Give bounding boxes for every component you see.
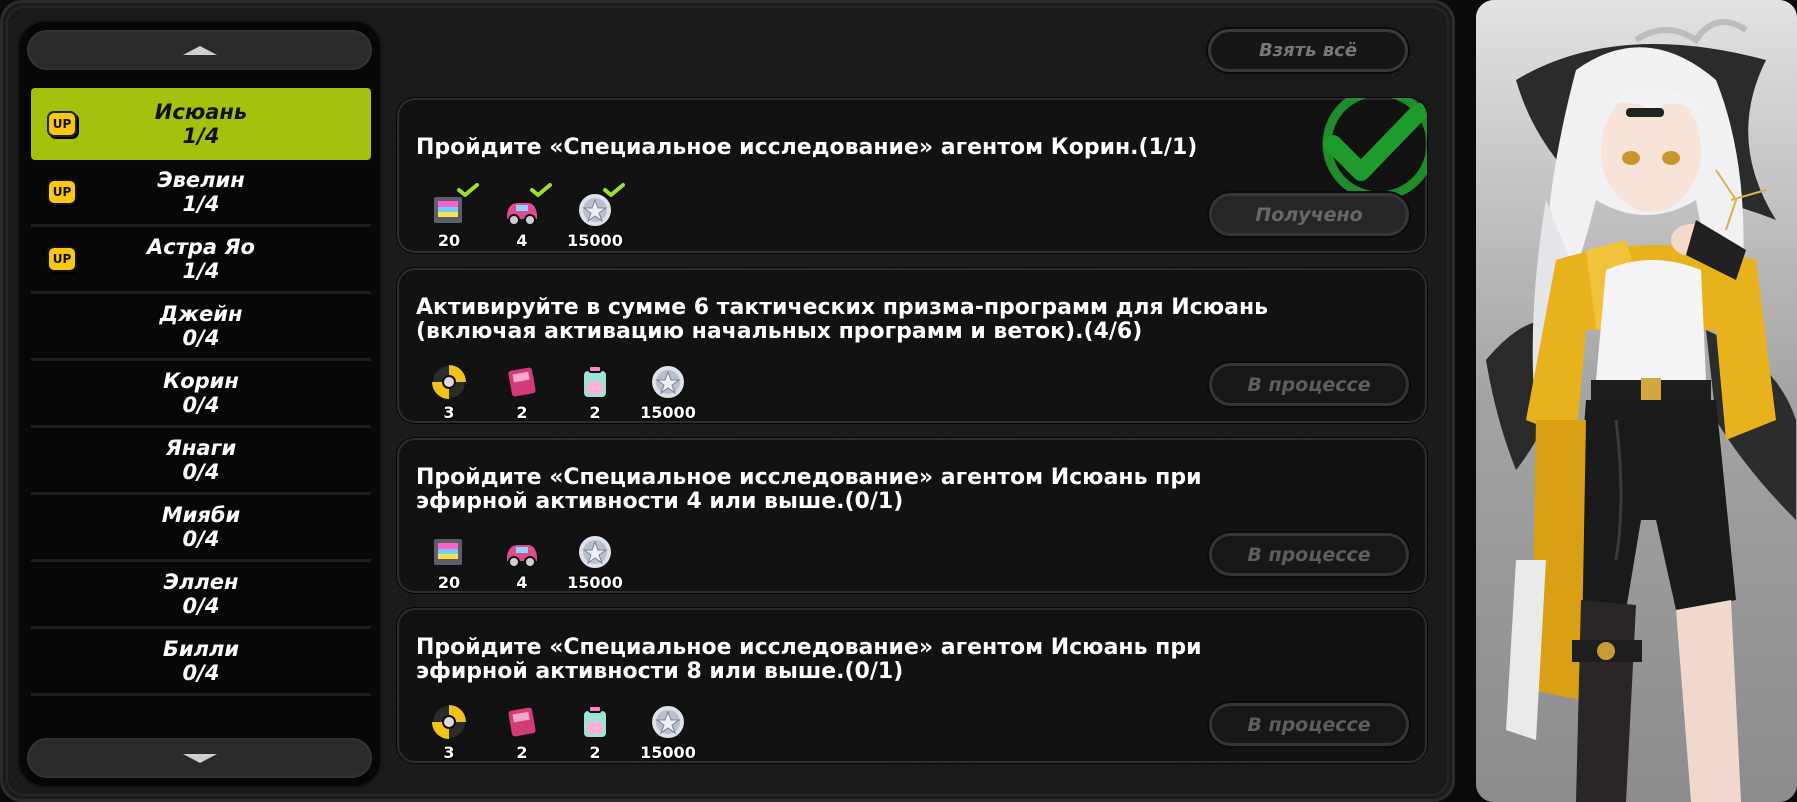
- claimed-check-icon: [457, 182, 479, 197]
- scroll-down-button[interactable]: [27, 738, 372, 778]
- task-card: Пройдите «Специальное исследование» аген…: [397, 438, 1427, 593]
- arrow-down-icon: [182, 753, 217, 763]
- reward-item[interactable]: 15000: [638, 700, 698, 762]
- agent-progress: 1/4: [182, 192, 220, 216]
- in-progress-button[interactable]: В процессе: [1209, 363, 1409, 406]
- agent-list: UP Исюань 1/4 UP Эвелин 1/4 UP Астра Яо 1/4 Джейн…: [31, 88, 371, 696]
- reward-item[interactable]: 15000: [565, 183, 625, 250]
- reward-quantity: 20: [437, 573, 461, 592]
- take-all-button[interactable]: Взять всё: [1208, 29, 1408, 72]
- arrow-up-icon: [182, 45, 217, 55]
- agent-name: Билли: [162, 637, 240, 661]
- task-card: Пройдите «Специальное исследование» аген…: [397, 608, 1427, 763]
- agent-item[interactable]: UP Астра Яо 1/4: [31, 227, 371, 294]
- agent-item[interactable]: UP Эвелин 1/4: [31, 160, 371, 227]
- completed-check-icon: [1299, 98, 1427, 201]
- scroll-up-button[interactable]: [27, 30, 372, 70]
- character-portrait: [1476, 0, 1797, 802]
- reward-item[interactable]: 2: [565, 360, 625, 422]
- agent-name: Исюань: [154, 100, 248, 124]
- agent-name: Астра Яо: [147, 235, 255, 259]
- reward-quantity: 15000: [640, 403, 696, 422]
- task-card: Активируйте в сумме 6 тактических призма…: [397, 268, 1427, 423]
- agent-name: Эллен: [163, 570, 239, 594]
- reward-item[interactable]: 2: [492, 360, 552, 422]
- agent-progress: 0/4: [182, 393, 220, 417]
- denny-coin-icon: [648, 702, 688, 742]
- reward-list: 20 4 15000: [419, 530, 625, 592]
- reward-quantity: 3: [443, 743, 455, 762]
- reward-quantity: 15000: [640, 743, 696, 762]
- task-title: Пройдите «Специальное исследование» аген…: [416, 635, 1202, 684]
- reward-item[interactable]: 2: [565, 700, 625, 762]
- agent-item[interactable]: UP Исюань 1/4: [31, 88, 371, 160]
- agent-name: Мияби: [161, 503, 241, 527]
- agent-progress: 0/4: [182, 527, 220, 551]
- reward-quantity: 2: [589, 743, 601, 762]
- up-badge-icon: UP: [47, 179, 77, 205]
- reward-quantity: 2: [589, 403, 601, 422]
- in-progress-button[interactable]: В процессе: [1209, 703, 1409, 746]
- up-badge-icon: UP: [47, 111, 77, 137]
- reward-item[interactable]: 20: [419, 530, 479, 592]
- agent-item[interactable]: Эллен 0/4: [31, 562, 371, 629]
- reward-quantity: 3: [443, 403, 455, 422]
- in-progress-button[interactable]: В процессе: [1209, 533, 1409, 576]
- claimed-check-icon: [530, 182, 552, 197]
- reward-quantity: 2: [516, 743, 528, 762]
- film-icon: [429, 532, 469, 572]
- agent-item[interactable]: Корин 0/4: [31, 361, 371, 428]
- reward-item[interactable]: 15000: [638, 360, 698, 422]
- task-title: Активируйте в сумме 6 тактических призма…: [416, 295, 1269, 344]
- reward-quantity: 15000: [567, 573, 623, 592]
- agent-name: Эвелин: [157, 168, 245, 192]
- pink-chip-icon: [502, 702, 542, 742]
- agent-sidebar: UP Исюань 1/4 UP Эвелин 1/4 UP Астра Яо 1/4 Джейн…: [17, 20, 382, 788]
- task-card: Пройдите «Специальное исследование» аген…: [397, 98, 1427, 253]
- car-icon: [502, 532, 542, 572]
- reward-quantity: 4: [516, 231, 528, 250]
- reward-item[interactable]: 4: [492, 183, 552, 250]
- battery-icon: [575, 702, 615, 742]
- reward-quantity: 15000: [567, 231, 623, 250]
- battery-icon: [575, 362, 615, 402]
- agent-item[interactable]: Янаги 0/4: [31, 428, 371, 495]
- reward-quantity: 20: [437, 231, 461, 250]
- agent-progress: 0/4: [182, 326, 220, 350]
- agent-progress: 0/4: [182, 594, 220, 618]
- denny-coin-icon: [648, 362, 688, 402]
- reward-item[interactable]: 15000: [565, 530, 625, 592]
- reward-list: 3 2 2 15000: [419, 700, 698, 762]
- agent-progress: 0/4: [182, 460, 220, 484]
- reward-item[interactable]: 2: [492, 700, 552, 762]
- agent-item[interactable]: Билли 0/4: [31, 629, 371, 696]
- reward-item[interactable]: 3: [419, 360, 479, 422]
- agent-item[interactable]: Мияби 0/4: [31, 495, 371, 562]
- agent-name: Джейн: [159, 302, 243, 326]
- agent-progress: 0/4: [182, 661, 220, 685]
- pink-chip-icon: [502, 362, 542, 402]
- reward-item[interactable]: 3: [419, 700, 479, 762]
- claimed-button[interactable]: Получено: [1209, 193, 1409, 236]
- task-title: Пройдите «Специальное исследование» аген…: [416, 135, 1198, 160]
- disc-icon: [429, 702, 469, 742]
- claimed-check-icon: [603, 182, 625, 197]
- agent-item[interactable]: Джейн 0/4: [31, 294, 371, 361]
- agent-progress: 1/4: [182, 259, 220, 283]
- denny-coin-icon: [575, 532, 615, 572]
- reward-item[interactable]: 20: [419, 183, 479, 250]
- task-title: Пройдите «Специальное исследование» аген…: [416, 465, 1202, 514]
- reward-item[interactable]: 4: [492, 530, 552, 592]
- agent-name: Корин: [163, 369, 239, 393]
- agent-name: Янаги: [165, 436, 237, 460]
- reward-list: 20 4 15000: [419, 183, 625, 250]
- reward-list: 3 2 2 15000: [419, 360, 698, 422]
- reward-quantity: 4: [516, 573, 528, 592]
- disc-icon: [429, 362, 469, 402]
- task-list: Пройдите «Специальное исследование» аген…: [397, 98, 1427, 778]
- agent-progress: 1/4: [182, 124, 220, 148]
- character-illustration: [1476, 0, 1797, 802]
- reward-quantity: 2: [516, 403, 528, 422]
- up-badge-icon: UP: [47, 246, 77, 272]
